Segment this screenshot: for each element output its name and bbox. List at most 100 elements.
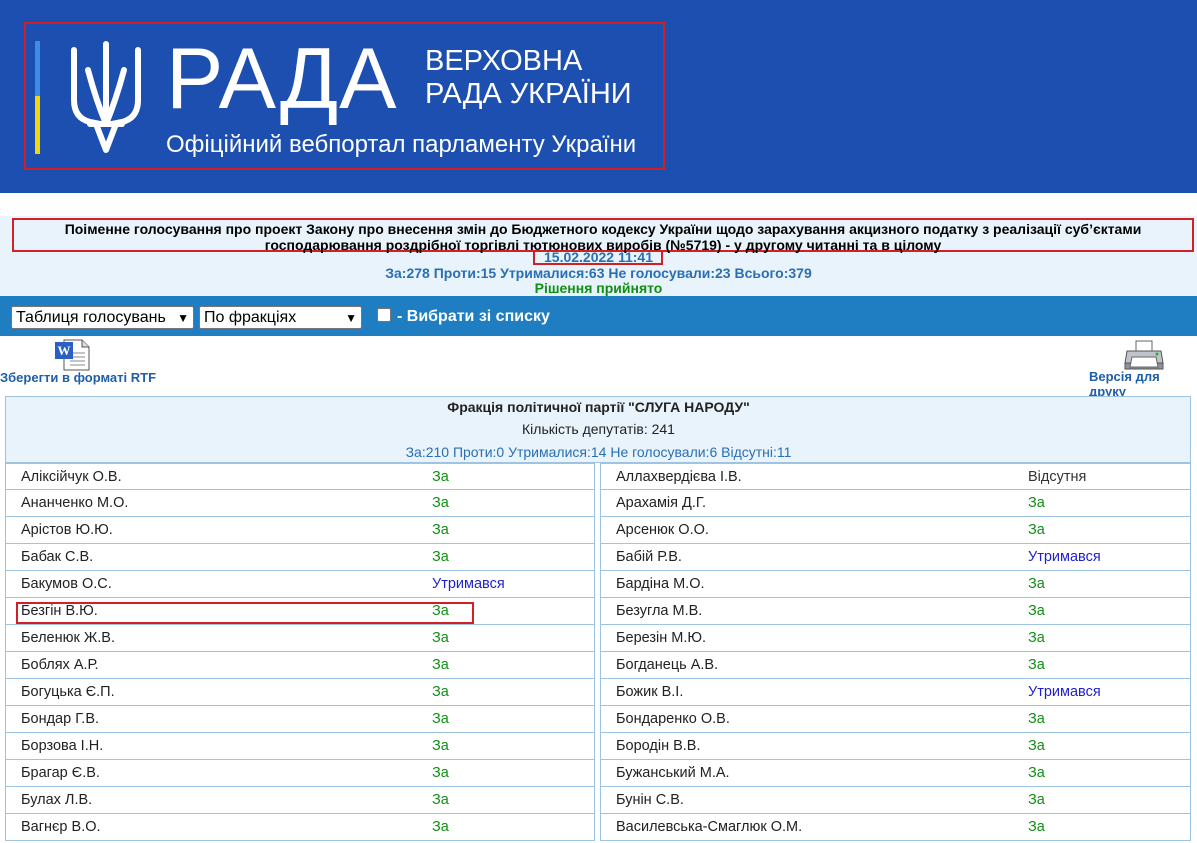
deputy-vote: За [432,495,449,511]
svg-text:W: W [58,343,71,358]
deputy-name: Боблях А.Р. [21,657,99,673]
row-highlight-box [16,602,474,624]
deputy-vote: За [1028,738,1045,754]
deputy-name: Арістов Ю.Ю. [21,522,113,538]
faction-deputy-count: Кількість депутатів: 241 [522,421,675,437]
table-row: Аліксійчук О.В. За [5,463,595,490]
deputy-name: Богуцька Є.П. [21,684,115,700]
table-row: Арістов Ю.Ю. За [5,517,595,544]
deputy-vote: За [432,469,449,485]
table-row: Бакумов О.С. Утримався [5,571,595,598]
deputy-vote: За [432,765,449,781]
deputy-name: Березін М.Ю. [616,630,707,646]
deputy-vote: За [432,819,449,835]
deputy-vote: За [1028,657,1045,673]
trident-emblem-icon[interactable] [66,40,146,156]
deputy-name: Бородін В.В. [616,738,701,754]
table-row: Брагар Є.В. За [5,760,595,787]
save-rtf-link[interactable]: Зберегти в форматі RTF [0,370,156,385]
vote-totals: За:278 Проти:15 Утрималися:63 Не голосув… [385,265,812,281]
table-row: Божик В.І. Утримався [600,679,1191,706]
table-row: Безугла М.В. За [600,598,1191,625]
table-row: Богуцька Є.П. За [5,679,595,706]
table-row: Арсенюк О.О. За [600,517,1191,544]
deputy-name: Аллахвердієва І.В. [616,469,742,485]
table-row: Бабак С.В. За [5,544,595,571]
datetime-highlight-box [533,251,663,265]
table-row: Бондар Г.В. За [5,706,595,733]
table-row: Бужанський М.А. За [600,760,1191,787]
deputy-vote: За [432,792,449,808]
choose-from-list-label[interactable]: - Вибрати зі списку [397,308,550,326]
logo-subtitle: ВЕРХОВНА РАДА УКРАЇНИ [425,45,632,110]
deputy-vote: За [432,522,449,538]
flag-stripe [35,41,40,154]
group-select[interactable]: По фракціях ▼ [199,306,362,329]
view-select[interactable]: Таблиця голосувань ▼ [11,306,194,329]
deputy-vote: Утримався [1028,684,1101,700]
print-version-link[interactable]: Версія для друку [1089,369,1197,399]
deputy-vote: За [1028,495,1045,511]
deputy-name: Бардіна М.О. [616,576,705,592]
table-row: Бабій Р.В. Утримався [600,544,1191,571]
printer-icon[interactable] [1124,339,1164,371]
table-row: Василевська-Смаглюк О.М. За [600,814,1191,841]
deputy-name: Беленюк Ж.В. [21,630,115,646]
faction-totals: За:210 Проти:0 Утрималися:14 Не голосува… [405,444,792,460]
vote-decision: Рішення прийнято [534,280,663,296]
deputy-name: Бондар Г.В. [21,711,100,727]
deputy-vote: За [432,711,449,727]
deputy-vote: За [1028,792,1045,808]
portal-name: Офіційний вебпортал парламенту України [166,131,637,158]
deputy-name: Арахамія Д.Г. [616,495,706,511]
deputy-name: Бужанський М.А. [616,765,730,781]
deputy-name: Бабак С.В. [21,549,94,565]
table-row: Бардіна М.О. За [600,571,1191,598]
faction-name: Фракція політичної партії "СЛУГА НАРОДУ" [447,399,750,415]
chevron-down-icon: ▼ [345,311,357,325]
deputy-name: Бакумов О.С. [21,576,112,592]
table-row: Борзова І.Н. За [5,733,595,760]
table-row: Ананченко М.О. За [5,490,595,517]
deputy-name: Божик В.І. [616,684,684,700]
deputy-name: Брагар Є.В. [21,765,100,781]
deputy-name: Бабій Р.В. [616,549,682,565]
deputy-vote: За [1028,522,1045,538]
deputy-name: Бондаренко О.В. [616,711,730,727]
table-row: Беленюк Ж.В. За [5,625,595,652]
deputy-name: Бунін С.В. [616,792,684,808]
vote-title: Поіменне голосування про проект Закону п… [12,218,1194,253]
deputy-vote: Утримався [1028,549,1101,565]
deputy-vote: За [1028,711,1045,727]
deputy-name: Ананченко М.О. [21,495,129,511]
deputy-vote: Відсутня [1028,469,1087,485]
deputy-name: Арсенюк О.О. [616,522,709,538]
choose-from-list-checkbox[interactable] [377,308,391,322]
deputy-vote: За [432,738,449,754]
deputy-vote: За [1028,765,1045,781]
deputy-name: Вагнєр В.О. [21,819,101,835]
deputy-vote: За [1028,819,1045,835]
deputy-vote: За [432,657,449,673]
deputy-name: Богданець А.В. [616,657,719,673]
table-row: Булах Л.В. За [5,787,595,814]
deputy-vote: За [1028,603,1045,619]
table-row: Богданець А.В. За [600,652,1191,679]
deputy-vote: За [432,549,449,565]
deputy-vote: За [1028,630,1045,646]
table-row: Боблях А.Р. За [5,652,595,679]
table-row: Березін М.Ю. За [600,625,1191,652]
deputy-vote: За [432,684,449,700]
deputy-name: Аліксійчук О.В. [21,469,122,485]
logo-word[interactable]: РАДА [166,36,397,122]
deputy-vote: За [432,630,449,646]
word-document-icon[interactable]: W [54,339,90,371]
table-row: Вагнєр В.О. За [5,814,595,841]
deputy-name: Василевська-Смаглюк О.М. [616,819,803,835]
table-row: Аллахвердієва І.В. Відсутня [600,463,1191,490]
deputy-name: Безугла М.В. [616,603,703,619]
deputy-vote: Утримався [432,576,505,592]
table-row: Арахамія Д.Г. За [600,490,1191,517]
table-row: Бондаренко О.В. За [600,706,1191,733]
chevron-down-icon: ▼ [177,311,189,325]
